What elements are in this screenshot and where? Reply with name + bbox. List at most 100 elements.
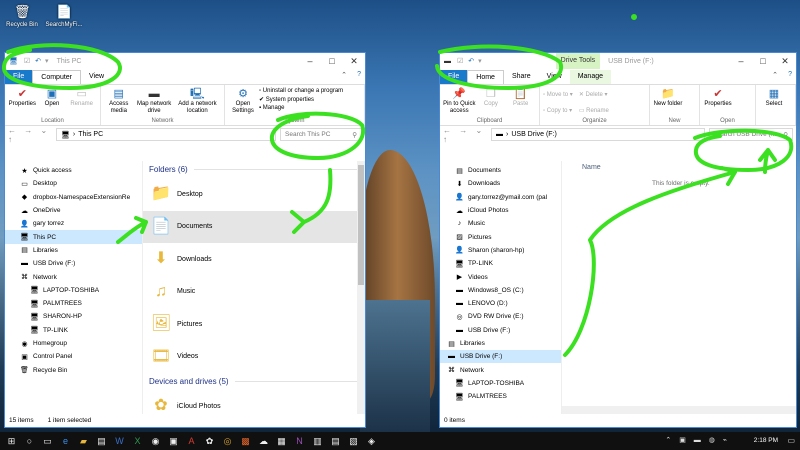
nav-item-usb-drive-f[interactable]: ▬ USB Drive (F:) xyxy=(440,350,561,364)
file-explorer-icon[interactable]: ▰ xyxy=(76,432,91,450)
nav-item-dropbox-namespaceextensionre[interactable]: ◆ dropbox-NamespaceExtensionRe xyxy=(5,191,142,204)
nav-arrows[interactable]: ← → ⌄ ↑ xyxy=(8,126,52,144)
title-bar[interactable]: ▬ ☑ ↶ ▾ Drive Tools USB Drive (F:) – □ ✕ xyxy=(440,53,796,69)
notifications-icon[interactable]: ▭ xyxy=(787,432,795,450)
expand-ribbon-icon[interactable]: ⌃ xyxy=(772,71,778,79)
nav-item-this-pc[interactable]: 🖥 This PC xyxy=(5,230,142,244)
app-icon[interactable]: ☁ xyxy=(256,432,271,450)
folder-item-desktop[interactable]: 📁 Desktop xyxy=(143,178,365,211)
onenote-icon[interactable]: N xyxy=(292,432,307,450)
nav-item-homegroup[interactable]: ◉ Homegroup xyxy=(5,337,142,350)
tab-manage[interactable]: Manage xyxy=(569,70,611,84)
nav-item-usb-drive-f[interactable]: ▬ USB Drive (F:) xyxy=(440,324,561,337)
chrome-icon[interactable]: ◎ xyxy=(220,432,235,450)
app-icon[interactable]: ▧ xyxy=(346,432,361,450)
add-network-location-button[interactable]: 🖳 Add a network location xyxy=(175,87,220,115)
select-button[interactable]: ▦ Select xyxy=(759,87,789,108)
app-icon[interactable]: ▦ xyxy=(274,432,289,450)
nav-item-gary-torrez[interactable]: 👤 gary torrez xyxy=(5,217,142,230)
nav-item-desktop[interactable]: ▭ Desktop xyxy=(5,177,142,190)
properties-button[interactable]: ✔ Properties xyxy=(8,87,37,108)
nav-arrows[interactable]: ← → ⌄ ↑ xyxy=(443,126,487,144)
paste-button[interactable]: 📋 Paste xyxy=(506,87,535,108)
nav-item-sharon-hp[interactable]: 🖥 SHARON-HP xyxy=(5,310,142,323)
folder-item-videos[interactable]: 🎞 Videos xyxy=(143,341,365,374)
nav-item-network[interactable]: ⌘ Network xyxy=(5,270,142,283)
copy-button[interactable]: ❐ Copy xyxy=(477,87,506,108)
uninstall-program-button[interactable]: ▫ Uninstall or change a program xyxy=(259,88,343,94)
excel-icon[interactable]: X xyxy=(130,432,145,450)
nav-item-lenovo-d[interactable]: ▬ LENOVO (D:) xyxy=(440,297,561,310)
nav-item-gary-torrez-ymail-com-pal[interactable]: 👤 gary.torrez@ymail.com (pal xyxy=(440,191,561,204)
nav-item-pictures[interactable]: ▨ Pictures xyxy=(440,230,561,243)
address-bar[interactable]: ▬ › USB Drive (F:) xyxy=(491,128,705,141)
tab-file[interactable]: File xyxy=(440,70,468,84)
tab-share[interactable]: Share xyxy=(504,70,539,84)
tab-file[interactable]: File xyxy=(5,70,33,84)
tab-view[interactable]: View xyxy=(81,70,112,84)
map-network-drive-button[interactable]: ▬ Map network drive xyxy=(134,87,173,115)
edge-icon[interactable]: e xyxy=(58,432,73,450)
nav-item-downloads[interactable]: ⬇ Downloads xyxy=(440,177,561,190)
app-icon[interactable]: ◈ xyxy=(364,432,379,450)
section-folders[interactable]: Folders (6) xyxy=(143,161,365,178)
horizontal-scrollbar[interactable] xyxy=(562,406,796,414)
properties-quick-icon[interactable]: ☑ xyxy=(457,57,463,65)
access-media-button[interactable]: ▤ Access media xyxy=(104,87,133,115)
nav-item-libraries[interactable]: ▤ Libraries xyxy=(440,337,561,350)
undo-icon[interactable]: ↶ xyxy=(468,57,474,65)
desktop-icon-recycle-bin[interactable]: 🗑 Recycle Bin xyxy=(2,4,42,28)
nav-item-laptop-toshiba[interactable]: 🖥 LAPTOP-TOSHIBA xyxy=(440,377,561,390)
nav-item-documents[interactable]: ▤ Documents xyxy=(440,164,561,177)
nav-item-sharon-sharon-hp[interactable]: 👤 Sharon (sharon-hp) xyxy=(440,244,561,257)
column-header-name[interactable]: Name xyxy=(562,161,796,174)
nav-item-icloud-photos[interactable]: ☁ iCloud Photos xyxy=(440,204,561,217)
rename-button[interactable]: ▭ Rename xyxy=(579,107,609,114)
photos-icon[interactable]: ◉ xyxy=(148,432,163,450)
customize-dropdown-icon[interactable]: ▾ xyxy=(45,57,49,65)
nav-item-network[interactable]: ⌘ Network xyxy=(440,363,561,376)
tab-view[interactable]: View xyxy=(539,70,570,84)
folder-item-pictures[interactable]: 🖼 Pictures xyxy=(143,308,365,341)
close-button[interactable]: ✕ xyxy=(343,53,365,69)
help-icon[interactable]: ? xyxy=(788,71,792,78)
undo-icon[interactable]: ↶ xyxy=(35,57,41,65)
adobe-icon[interactable]: A xyxy=(184,432,199,450)
task-view-icon[interactable]: ▭ xyxy=(40,432,55,450)
copy-to-button[interactable]: ▫ Copy to ▾ xyxy=(543,107,573,114)
properties-button[interactable]: ✔ Properties xyxy=(703,87,733,108)
open-settings-button[interactable]: ⚙ Open Settings xyxy=(228,87,258,115)
folder-item-documents[interactable]: 📄 Documents xyxy=(143,210,365,243)
desktop-icon-searchmyfiles[interactable]: 📄 SearchMyFi... xyxy=(44,4,84,28)
nav-item-palmtrees[interactable]: 🖥 PALMTREES xyxy=(5,297,142,310)
open-button[interactable]: ▣ Open xyxy=(38,87,67,108)
move-to-button[interactable]: ▫ Move to ▾ xyxy=(543,91,573,98)
maximize-button[interactable]: □ xyxy=(321,53,343,69)
app-icon[interactable]: ▩ xyxy=(238,432,253,450)
start-button[interactable]: ⊞ xyxy=(4,432,19,450)
nav-item-tp-link[interactable]: 🖥 TP-LINK xyxy=(440,257,561,270)
rename-button[interactable]: ▭ Rename xyxy=(67,87,96,108)
close-button[interactable]: ✕ xyxy=(774,53,796,69)
tab-home[interactable]: Home xyxy=(467,70,504,84)
folder-item-music[interactable]: ♫ Music xyxy=(143,276,365,309)
clock[interactable]: 2:18 PM xyxy=(754,432,778,450)
properties-quick-icon[interactable]: ☑ xyxy=(24,57,30,65)
app-icon[interactable]: ▤ xyxy=(328,432,343,450)
help-icon[interactable]: ? xyxy=(357,71,361,78)
nav-item-control-panel[interactable]: ▣ Control Panel xyxy=(5,350,142,363)
manage-button[interactable]: ▪ Manage xyxy=(259,105,343,111)
tab-computer[interactable]: Computer xyxy=(32,70,82,84)
minimize-button[interactable]: – xyxy=(730,53,752,69)
folder-item-downloads[interactable]: ⬇ Downloads xyxy=(143,243,365,276)
nav-item-usb-drive-f[interactable]: ▬ USB Drive (F:) xyxy=(5,257,142,270)
expand-ribbon-icon[interactable]: ⌃ xyxy=(341,71,347,79)
minimize-button[interactable]: – xyxy=(299,53,321,69)
nav-item-laptop-toshiba[interactable]: 🖥 LAPTOP-TOSHIBA xyxy=(5,284,142,297)
scrollbar[interactable] xyxy=(357,161,365,414)
title-bar[interactable]: 🖥 ☑ ↶ ▾ This PC – □ ✕ xyxy=(5,53,365,69)
nav-item-dvd-rw-drive-e[interactable]: ◎ DVD RW Drive (E:) xyxy=(440,310,561,323)
nav-item-videos[interactable]: ▶ Videos xyxy=(440,270,561,283)
app-icon[interactable]: ✿ xyxy=(202,432,217,450)
nav-item-libraries[interactable]: ▤ Libraries xyxy=(5,244,142,257)
